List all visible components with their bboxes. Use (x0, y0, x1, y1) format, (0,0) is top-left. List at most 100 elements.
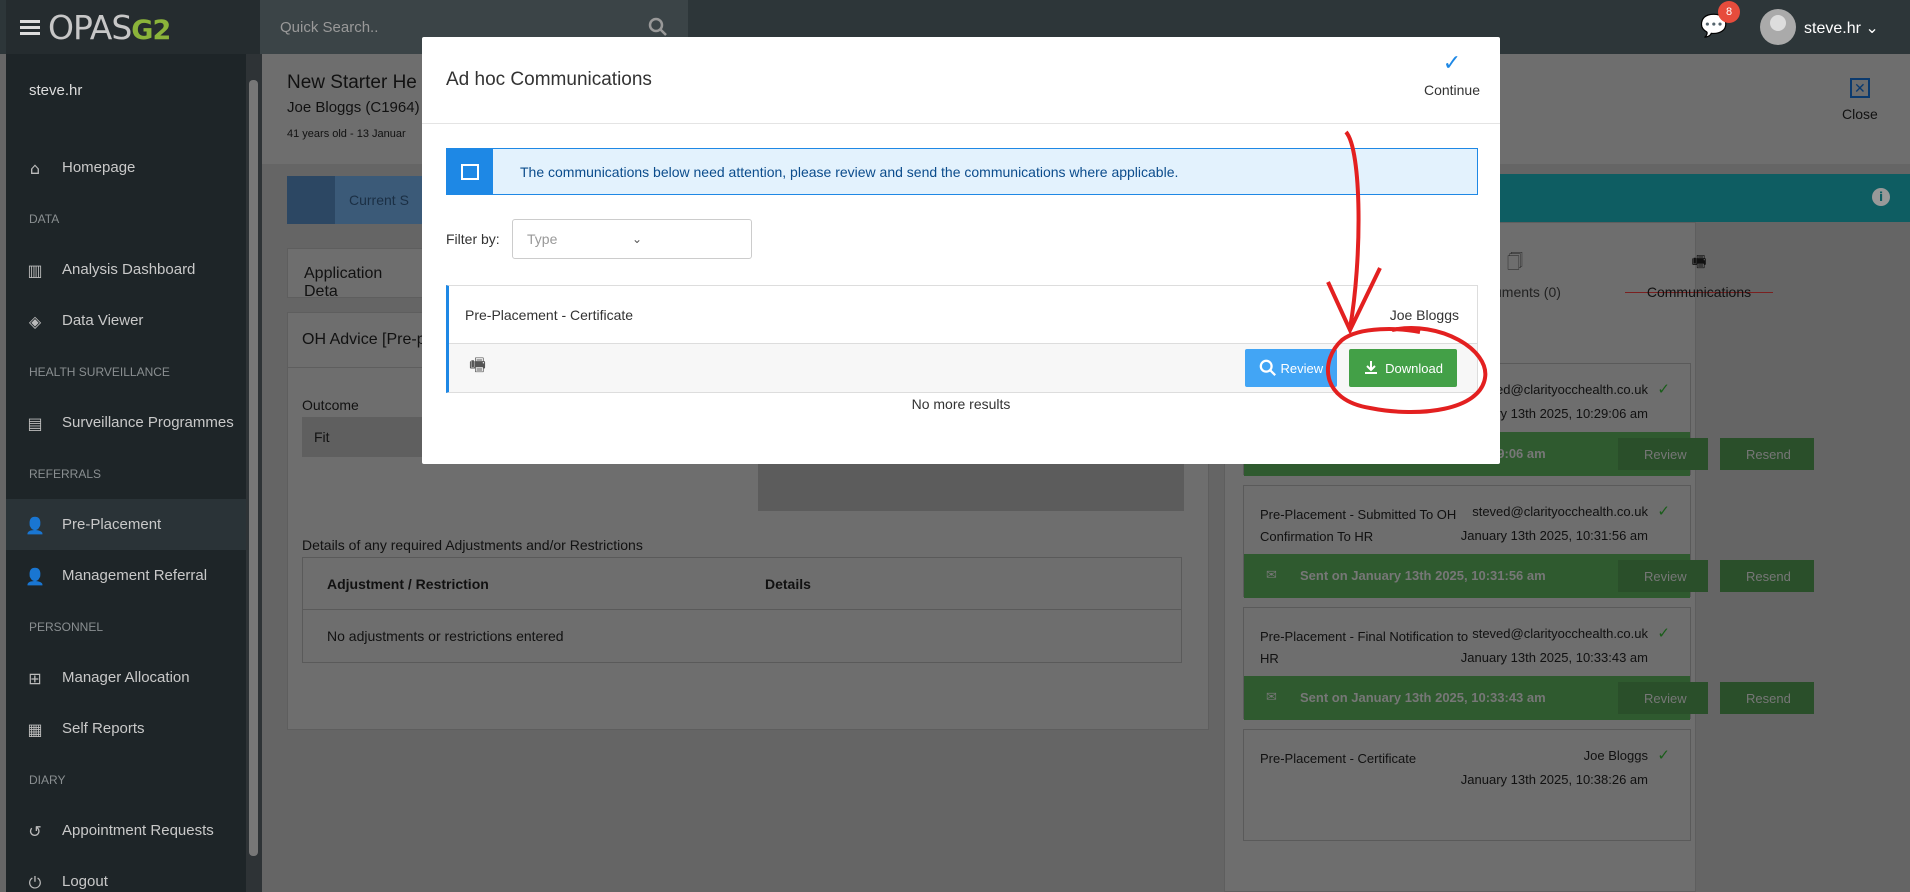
sidebar-item-manager-allocation[interactable]: ⊞ Manager Allocation (6, 652, 246, 703)
sidebar-menu: ⌂ Homepage DATA ▥ Analysis Dashboard ◈ Data Vi… (6, 142, 246, 892)
sidebar-scrollbar[interactable] (246, 54, 262, 892)
comm-resend-button[interactable]: Resend (1720, 438, 1814, 470)
modal-title: Ad hoc Communications (446, 69, 652, 90)
sidebar-item-label: Surveillance Programmes (62, 414, 234, 431)
sidebar-item-label: Pre-Placement (62, 516, 162, 533)
avatar[interactable] (1760, 9, 1796, 45)
adjustments-label: Details of any required Adjustments and/… (302, 537, 643, 553)
chevron-down-icon: ⌄ (632, 232, 643, 246)
comm-sent-text: Sent on January 13th 2025, 10:31:56 am (1300, 568, 1546, 583)
mail-icon: ✉ (1266, 690, 1277, 705)
search-icon (1259, 359, 1276, 376)
patient-name: Joe Bloggs (C1964) (287, 99, 420, 116)
brand: OPASG2 (6, 0, 260, 54)
filter-label: Filter by: (446, 231, 500, 247)
comm-recipient: steved@clarityocchealth.co.uk (1472, 504, 1648, 519)
search-icon[interactable] (648, 17, 668, 37)
sidebar-item-label: Appointment Requests (62, 822, 214, 839)
notification-badge: 8 (1718, 1, 1740, 23)
download-icon (1365, 361, 1378, 374)
communication-card: Pre-Placement - Submitted To OH Confirma… (1243, 485, 1814, 598)
recipient-name: Joe Bloggs (1389, 306, 1459, 323)
sidebar-item-analysis-dashboard[interactable]: ▥ Analysis Dashboard (6, 244, 246, 295)
comm-review-button[interactable]: Review (1618, 682, 1708, 714)
comm-title: Pre-Placement - Submitted To OH Confirma… (1260, 507, 1457, 544)
outcome-field: Fit (302, 417, 422, 457)
sidebar-item-logout[interactable]: ⏻ Logout (6, 856, 246, 892)
continue-button[interactable]: ✓ Continue (1424, 51, 1480, 98)
comm-review-button[interactable]: Review (1618, 438, 1708, 470)
comm-date: January 13th 2025, 10:38:26 am (1460, 772, 1648, 787)
current-status-tab[interactable]: Current S (287, 176, 427, 224)
ad-hoc-communications-modal: Ad hoc Communications ✓ Continue The comm… (422, 37, 1500, 464)
patient-meta: 41 years old - 13 Januar (287, 128, 406, 140)
sidebar-item-management-referral[interactable]: 👤 Management Referral (6, 550, 246, 601)
adjustments-table: Adjustment / Restriction Details No adju… (302, 557, 1182, 663)
comm-recipient: Joe Bloggs (1583, 748, 1648, 763)
column-header: Details (765, 576, 811, 592)
sidebar-item-label: Analysis Dashboard (62, 261, 196, 278)
alert-text: The communications below need attention,… (520, 163, 1179, 180)
comm-sent-text: Sent on January 13th 2025, 10:33:43 am (1300, 690, 1546, 705)
comm-date: January 13th 2025, 10:33:43 am (1460, 650, 1648, 665)
type-filter-select[interactable]: Type ⌄ (512, 219, 752, 259)
user-menu[interactable]: steve.hr ⌄ (1804, 18, 1879, 38)
sidebar-item-label: Management Referral (62, 567, 208, 584)
column-header: Adjustment / Restriction (327, 576, 489, 592)
info-icon[interactable]: i (1872, 188, 1890, 206)
sidebar-item-appointment-requests[interactable]: ↺ Appointment Requests (6, 805, 246, 856)
mail-icon: ✉ (1266, 568, 1277, 583)
comm-sent-bar: ✉ Sent on January 13th 2025, 10:33:43 am R… (1244, 676, 1814, 720)
tab-communications[interactable]: 🖷 Communications (1625, 251, 1773, 300)
sidebar-item-label: Manager Allocation (62, 669, 190, 686)
comm-recipient: steved@clarityocchealth.co.uk (1472, 626, 1648, 641)
sidebar-item-surveillance-programmes[interactable]: ▤ Surveillance Programmes (6, 397, 246, 448)
close-icon: ✕ (1849, 78, 1870, 98)
empty-state: No adjustments or restrictions entered (327, 628, 564, 644)
no-more-results: No more results (911, 396, 1011, 412)
comm-review-button[interactable]: Review (1618, 560, 1708, 592)
sidebar-item-label: Logout (62, 873, 108, 890)
check-icon: ✓ (1657, 380, 1670, 398)
sidebar-item-self-reports[interactable]: ▦ Self Reports (6, 703, 246, 754)
info-banner: i (1438, 174, 1910, 222)
sidebar-section-heading: PERSONNEL (29, 619, 104, 634)
power-icon: ⏻ (28, 872, 42, 892)
check-icon: ✓ (1657, 746, 1670, 764)
sidebar-item-label: Data Viewer (62, 312, 144, 329)
page-title: New Starter He (287, 72, 417, 93)
review-button[interactable]: Review (1244, 349, 1338, 387)
comm-title: Pre-Placement - Certificate (1260, 751, 1417, 766)
menu-icon[interactable] (20, 17, 40, 38)
reports-icon: ▦ (27, 719, 43, 739)
outcome-label: Outcome (302, 397, 359, 413)
logo[interactable]: OPASG2 (48, 8, 171, 47)
close-button[interactable]: ✕ Close (1842, 78, 1878, 122)
user-icon: 👤 (25, 515, 45, 535)
sidebar-section-heading: REFERRALS (29, 466, 102, 481)
sidebar: steve.hr ⌂ Homepage DATA ▥ Analysis Dashboar… (6, 54, 246, 892)
search-input[interactable]: Quick Search.. (280, 19, 648, 36)
communications-icon: 🖷 (1691, 252, 1707, 271)
chart-icon: ▥ (27, 260, 43, 280)
download-button[interactable]: Download (1349, 349, 1457, 387)
sidebar-item-label: Homepage (62, 159, 136, 176)
comm-resend-button[interactable]: Resend (1720, 682, 1814, 714)
comm-resend-button[interactable]: Resend (1720, 560, 1814, 592)
comm-title: Pre-Placement - Final Notification to HR (1260, 629, 1469, 666)
user-icon: 👤 (25, 566, 45, 586)
comm-sent-bar: ✉ Sent on January 13th 2025, 10:31:56 am R… (1244, 554, 1814, 598)
scroll-thumb[interactable] (249, 80, 258, 856)
sidebar-section-heading: DATA (29, 211, 60, 226)
sidebar-item-pre-placement[interactable]: 👤 Pre-Placement (6, 499, 246, 550)
application-details-card[interactable]: Application Deta (287, 248, 427, 300)
sidebar-section-heading: HEALTH SURVEILLANCE (29, 364, 170, 379)
communication-card: Pre-Placement - Final Notification to HR… (1243, 607, 1814, 720)
sidebar-item-data-viewer[interactable]: ◈ Data Viewer (6, 295, 246, 346)
attention-alert: The communications below need attention,… (446, 148, 1478, 195)
sidebar-item-homepage[interactable]: ⌂ Homepage (6, 142, 246, 193)
org-icon: ⊞ (28, 668, 42, 688)
communication-card: Pre-Placement - Certificate Joe Bloggs ✓ Ja… (1243, 729, 1691, 841)
check-icon: ✓ (1442, 51, 1462, 76)
sidebar-user: steve.hr (29, 82, 83, 99)
